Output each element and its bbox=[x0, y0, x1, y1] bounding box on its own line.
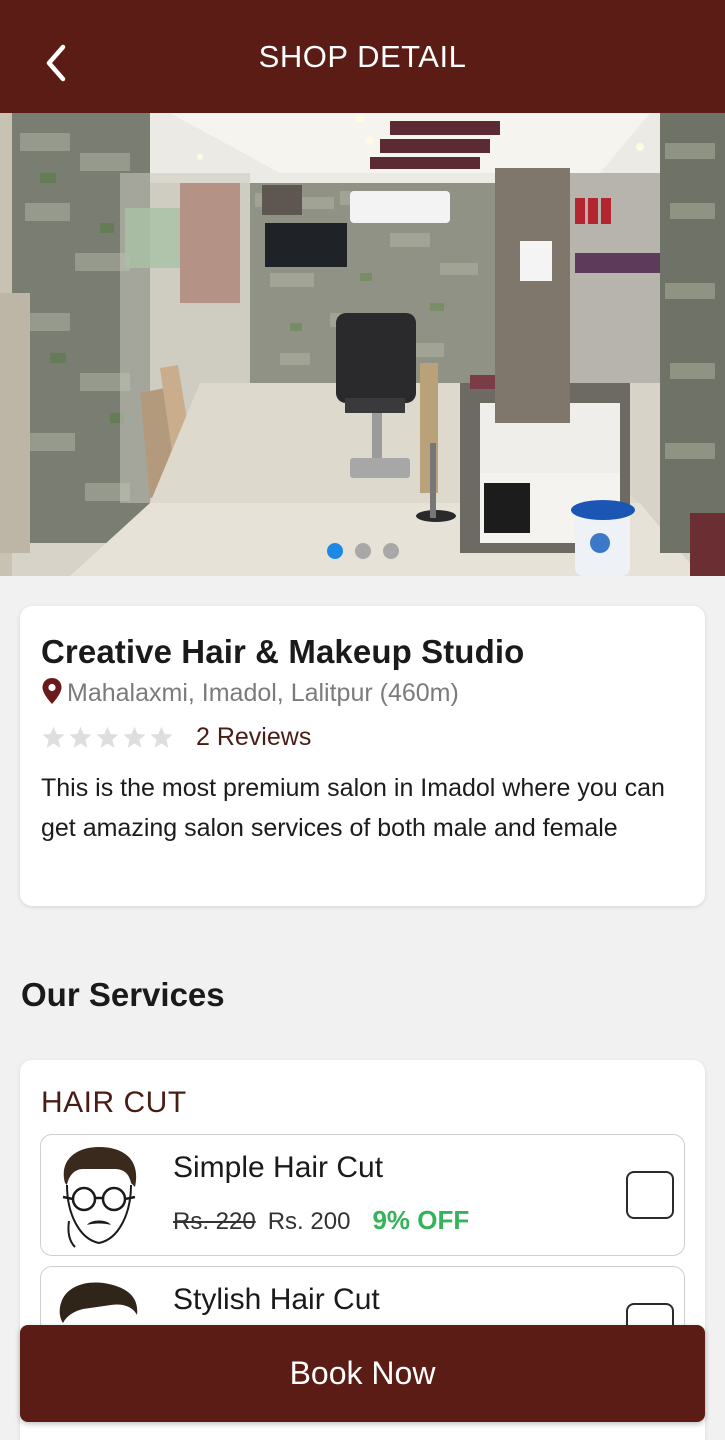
carousel-indicators bbox=[0, 543, 725, 559]
service-discount-badge: 9% OFF bbox=[372, 1205, 470, 1235]
shop-description: This is the most premium salon in Imadol… bbox=[41, 774, 665, 842]
shop-location: Mahalaxmi, Imadol, Lalitpur (460m) bbox=[67, 678, 459, 707]
star-icon bbox=[69, 726, 92, 748]
services-section-title: Our Services bbox=[21, 976, 225, 1013]
shop-name: Creative Hair & Makeup Studio bbox=[41, 633, 525, 670]
page-title: SHOP DETAIL bbox=[258, 38, 467, 74]
carousel-dot-3[interactable] bbox=[382, 543, 399, 559]
back-button[interactable] bbox=[34, 38, 78, 88]
star-icon bbox=[123, 726, 146, 748]
star-icon bbox=[96, 726, 119, 748]
service-price-row: Rs. 220 Rs. 200 9% OFF bbox=[173, 1205, 469, 1236]
rating-row: 2 Reviews bbox=[41, 720, 685, 754]
service-select-checkbox[interactable] bbox=[626, 1171, 674, 1219]
reviews-link[interactable]: 2 Reviews bbox=[196, 723, 311, 752]
service-item-simple-hair-cut[interactable]: Simple Hair Cut Rs. 220 Rs. 200 9% OFF bbox=[40, 1134, 685, 1256]
carousel-dot-1[interactable] bbox=[326, 543, 343, 559]
app-bar: SHOP DETAIL bbox=[0, 0, 725, 113]
carousel-dot-2[interactable] bbox=[354, 543, 371, 559]
service-old-price: Rs. 220 bbox=[173, 1208, 256, 1235]
location-row: Mahalaxmi, Imadol, Lalitpur (460m) bbox=[41, 676, 685, 710]
service-name: Simple Hair Cut bbox=[173, 1151, 384, 1184]
star-rating bbox=[41, 725, 174, 750]
shop-info-card: Creative Hair & Makeup Studio Mahalaxmi,… bbox=[20, 606, 705, 906]
shop-image-carousel[interactable] bbox=[0, 113, 725, 576]
location-pin-icon bbox=[42, 678, 62, 704]
service-name: Stylish Hair Cut bbox=[173, 1283, 380, 1316]
service-new-price: Rs. 200 bbox=[267, 1208, 351, 1235]
salon-interior-image bbox=[0, 113, 725, 576]
star-icon bbox=[42, 726, 65, 748]
book-now-button[interactable]: Book Now bbox=[20, 1325, 705, 1422]
service-category-title: HAIR CUT bbox=[41, 1086, 187, 1119]
star-icon bbox=[150, 726, 173, 748]
chevron-left-icon bbox=[46, 44, 66, 82]
haircut-man-glasses-icon bbox=[62, 1147, 137, 1248]
